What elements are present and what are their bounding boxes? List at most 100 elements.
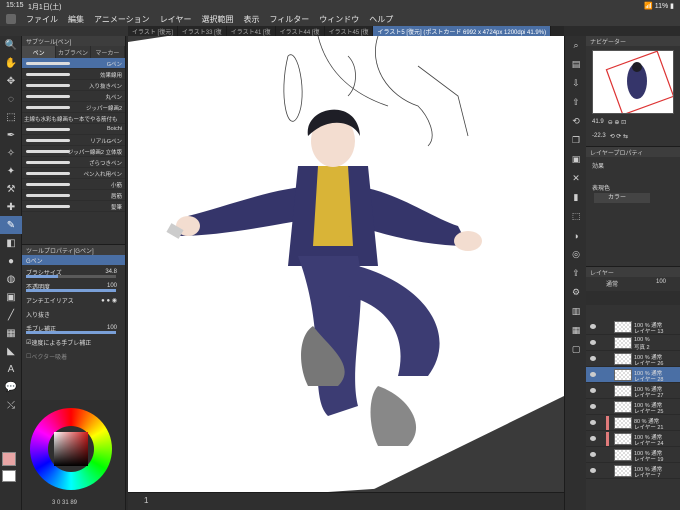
export-icon[interactable]: ⇧ [565,93,587,112]
menu-file[interactable]: ファイル [26,14,58,25]
grid-icon[interactable]: ▦ [565,321,587,340]
settings-icon[interactable]: ⚙ [565,283,587,302]
fill-tool-icon[interactable]: ✦ [0,162,22,180]
text-tool-icon[interactable]: A [0,360,22,378]
import-icon[interactable]: ⇩ [565,74,587,93]
brush-item[interactable]: ペン入れ用ペン [22,168,125,179]
layer-row[interactable]: 100 % 通常 レイヤー 19 [586,447,680,463]
panel-icon[interactable]: ▢ [565,340,587,359]
invert-icon[interactable]: ◑ [565,226,587,245]
tab-kabura-pen[interactable]: カブラペン [56,46,91,58]
bucket-tool-icon[interactable]: ◍ [0,270,22,288]
menu-view[interactable]: 表示 [243,14,259,25]
move-tool-icon[interactable]: ✥ [0,72,22,90]
layer-row[interactable]: 80 % 通常 レイヤー 21 [586,415,680,431]
tab-marker[interactable]: マーカー [91,46,125,58]
navigator-thumbnail[interactable] [592,50,674,114]
wetness-setting[interactable]: 入り抜き [22,307,125,321]
brush-item[interactable]: ジッパー線画2 [22,102,125,113]
expression-select[interactable]: カラー [594,193,650,203]
layer-row-selected[interactable]: 100 % 通常 レイヤー 28 [586,367,680,383]
brush-item[interactable]: ジッパー線画2 立体版 [22,146,125,157]
deselect-icon[interactable]: ⬚ [565,207,587,226]
opacity-setting[interactable]: 不透明度 100 [22,279,125,293]
menu-window[interactable]: ウィンドウ [319,14,359,25]
pen-tool-icon[interactable]: ✎ [0,216,22,234]
menu-filter[interactable]: フィルター [269,14,309,25]
tab-pen[interactable]: ペン [22,46,57,58]
layer-row[interactable]: 100 % 通常 レイヤー 24 [586,431,680,447]
brush-item[interactable]: Gペン [22,58,125,69]
doc-tab-active[interactable]: イラスト5 [復元] (ポストカード 6992 x 4724px 1200dpi… [373,26,552,36]
doc-tab[interactable]: イラスト41 [復 [227,26,276,36]
doc-tab[interactable]: イラスト [復元] [128,26,178,36]
brush-size-setting[interactable]: ブラシサイズ 34.8 [22,265,125,279]
brush-item[interactable]: 小筋 [22,179,125,190]
blend-tool-icon[interactable]: ● [0,252,22,270]
color-wheel-panel: 3 0 31 89 [22,400,126,510]
brush-item[interactable]: 髪筆 [22,201,125,212]
stabilizer-setting[interactable]: 手ブレ補正 100 [22,321,125,335]
main-color-swatch[interactable] [2,452,16,466]
frame-tool-icon[interactable]: ▦ [0,324,22,342]
layer-opacity[interactable]: 100 [656,279,666,285]
sub-color-swatch[interactable] [2,470,16,482]
share-icon[interactable]: ⇪ [565,264,587,283]
material-icon[interactable]: ▤ [565,55,587,74]
brush-item[interactable]: リアルGペン [22,135,125,146]
menu-help[interactable]: ヘルプ [369,14,393,25]
speed-stabilizer-checkbox[interactable]: ☑ 速度による手ブレ補正 [22,335,125,349]
hand-tool-icon[interactable]: ✋ [0,54,22,72]
antialias-setting[interactable]: アンチエイリアス ● ● ◉ [22,293,125,307]
brush-item[interactable]: ざらつきペン [22,157,125,168]
line-tool-icon[interactable]: ╱ [0,306,22,324]
search-icon[interactable]: ⌕ [565,36,587,55]
magic-wand-icon[interactable]: ✧ [0,144,22,162]
brush-item[interactable]: 唇筋 [22,190,125,201]
brush-item[interactable]: 主線も水彩も線画もー本でやる筋付も [22,113,125,124]
doc-tab[interactable]: イラスト44 [復 [276,26,325,36]
lasso-tool-icon[interactable]: ◌ [0,90,22,108]
blend-mode-select[interactable]: 通常 [606,279,618,288]
zoom-tool-icon[interactable]: 🔍 [0,36,22,54]
page-indicator[interactable]: 1 [144,496,148,505]
eraser-tool-icon[interactable]: ◧ [0,234,22,252]
zoom-control[interactable]: 41.9 ⊖ ⊕ ⊡ [586,116,680,128]
menu-layer[interactable]: レイヤー [160,14,192,25]
doc-tab[interactable]: イラスト33 [復 [178,26,227,36]
menu-edit[interactable]: 編集 [68,14,84,25]
copy-icon[interactable]: ❐ [565,131,587,150]
select-tool-icon[interactable]: ⬚ [0,108,22,126]
brush-item[interactable]: 入り抜きペン [22,80,125,91]
balloon-tool-icon[interactable]: 💬 [0,378,22,396]
rotate-control[interactable]: -22.3 ⟲ ⟳ ⇆ [586,130,680,142]
layer-row[interactable]: 100 % 通常 レイヤー 13 [586,319,680,335]
camera-icon[interactable]: ◎ [565,245,587,264]
paste-icon[interactable]: ▣ [565,150,587,169]
brush-item[interactable]: 丸ペン [22,91,125,102]
vector-snap-checkbox[interactable]: ☐ ベクター吸着 [22,349,125,363]
layer-row[interactable]: 100 % 通常 レイヤー 26 [586,351,680,367]
doc-tab[interactable]: イラスト45 [復 [325,26,374,36]
layer-row[interactable]: 100 % 通常 レイヤー 7 [586,463,680,479]
fill-icon[interactable]: ▮ [565,188,587,207]
ruler-tool-icon[interactable]: ◣ [0,342,22,360]
layer-row[interactable]: 100 % 通常 レイヤー 27 [586,383,680,399]
canvas-area[interactable] [128,36,564,492]
gradient-tool-icon[interactable]: ▣ [0,288,22,306]
brush-item[interactable]: 効果線用 [22,69,125,80]
layer-row[interactable]: 100 % 通常 レイヤー 25 [586,399,680,415]
wand-tool-icon[interactable]: ⚒ [0,180,22,198]
brush-item[interactable]: Boichi [22,124,125,135]
layer-row[interactable]: 100 % 写真 2 [586,335,680,351]
eyedropper-tool-icon[interactable]: ✒ [0,126,22,144]
correct-line-tool-icon[interactable]: ⤯ [0,396,22,414]
menu-animation[interactable]: アニメーション [94,14,150,25]
menu-selection[interactable]: 選択範囲 [201,14,233,25]
ruler-icon[interactable]: ▥ [565,302,587,321]
history-icon[interactable]: ⟲ [565,112,587,131]
clear-icon[interactable]: ✕ [565,169,587,188]
app-icon[interactable] [6,14,16,24]
saturation-value-square[interactable] [54,432,88,466]
adjust-tool-icon[interactable]: ✚ [0,198,22,216]
